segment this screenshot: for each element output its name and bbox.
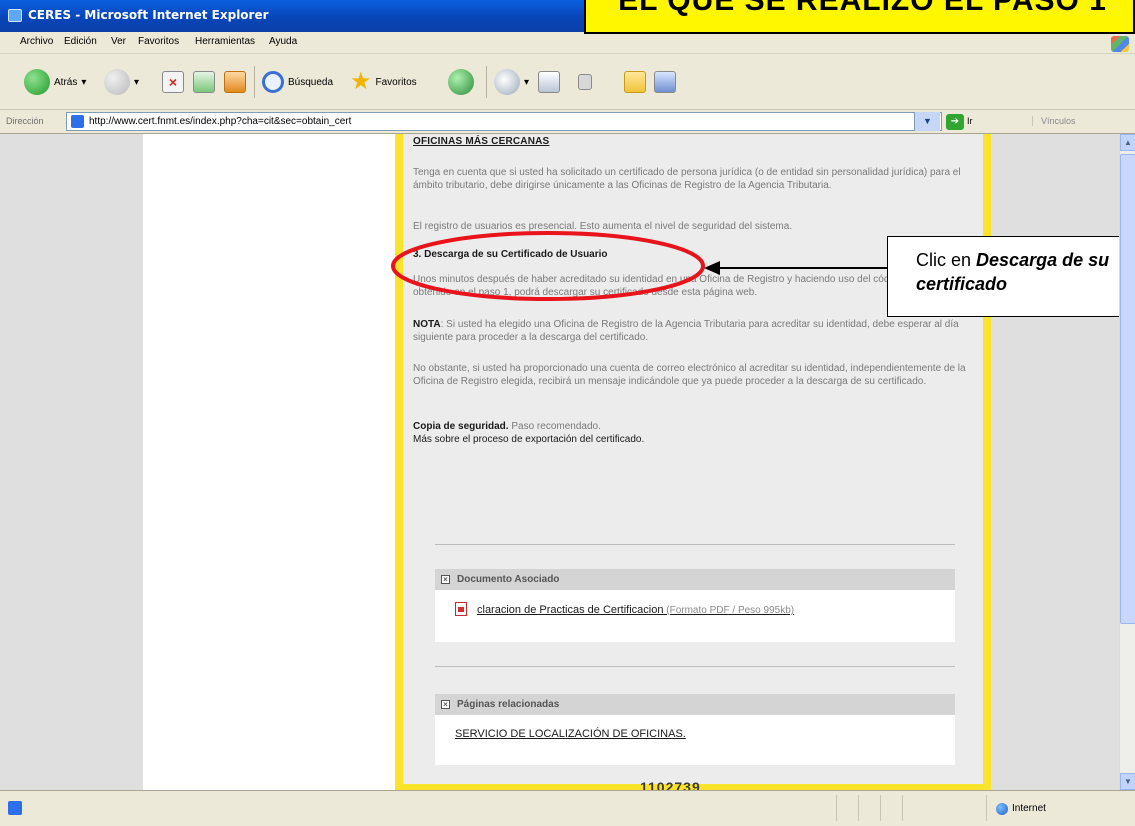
status-separator bbox=[836, 795, 837, 821]
status-separator bbox=[902, 795, 903, 821]
internet-zone-label: Internet bbox=[1012, 803, 1046, 814]
status-separator bbox=[986, 795, 987, 821]
callout-prefix: Clic en bbox=[916, 250, 977, 270]
callout-box: Clic en Descarga de su certificado bbox=[887, 236, 1135, 317]
page-status-icon bbox=[8, 801, 22, 815]
callout-text: Clic en Descarga de su certificado bbox=[916, 248, 1109, 296]
status-separator bbox=[880, 795, 881, 821]
callout-bold-2: certificado bbox=[916, 274, 1008, 294]
vertical-scrollbar[interactable]: ▲ ▼ bbox=[1119, 134, 1135, 790]
annotation-layer bbox=[391, 231, 887, 301]
scroll-thumb[interactable] bbox=[1120, 154, 1135, 624]
status-separator bbox=[858, 795, 859, 821]
callout-bold-1: Descarga de su bbox=[976, 250, 1110, 270]
scroll-up-icon[interactable]: ▲ bbox=[1120, 134, 1135, 151]
scroll-down-icon[interactable]: ▼ bbox=[1120, 773, 1135, 790]
status-bar: Internet bbox=[0, 790, 1135, 826]
callout-arrowhead bbox=[704, 261, 720, 275]
internet-zone-icon bbox=[996, 803, 1008, 815]
highlight-ellipse bbox=[391, 231, 705, 301]
